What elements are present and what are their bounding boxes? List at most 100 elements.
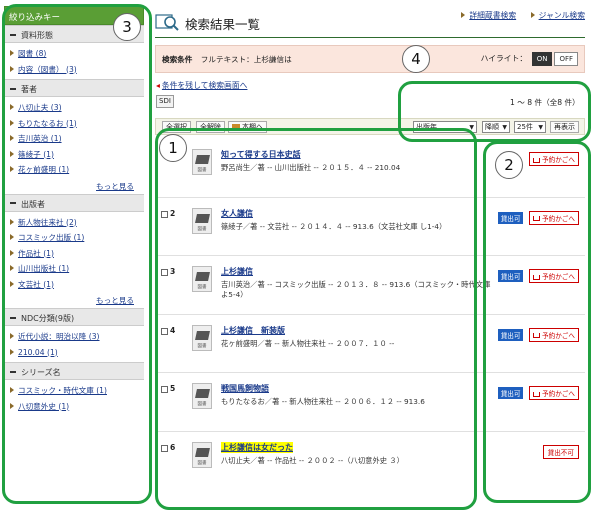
genre-search-link[interactable]: ジャンル検索 <box>539 11 585 20</box>
back-to-search-link[interactable]: ◂ 条件を残して検索画面へ <box>156 80 247 91</box>
reserve-button[interactable]: 予約かごへ <box>529 269 579 283</box>
available-badge: 貸出可 <box>497 211 524 224</box>
filter-item[interactable]: 花ヶ前盛明 (1) <box>10 162 144 178</box>
triangle-icon <box>10 150 14 157</box>
filter-item[interactable]: 210.04 (1) <box>10 345 144 361</box>
result-actions: 貸出可 予約かごへ <box>497 269 579 283</box>
filter-item[interactable]: 篠綾子 (1) <box>10 147 144 163</box>
filter-heading[interactable]: 出版者 <box>4 193 144 212</box>
reserve-button[interactable]: 予約かごへ <box>529 152 579 166</box>
advanced-search-link[interactable]: 詳細蔵書検索 <box>469 11 516 20</box>
annotation-badge-3: 3 <box>113 13 141 41</box>
book-icon: 図書 <box>192 383 212 409</box>
clear-all-button[interactable]: 全解除 <box>196 121 225 133</box>
collapse-icon[interactable] <box>10 316 16 319</box>
result-title-link[interactable]: 戦国馬飼物語 <box>221 383 269 394</box>
filter-item[interactable]: 八切意外史 (1) <box>10 399 144 415</box>
result-title-link[interactable]: 上杉謙信 <box>221 266 253 277</box>
collapse-icon[interactable] <box>10 33 16 36</box>
highlight-off-button[interactable]: OFF <box>554 52 578 66</box>
result-number: 5 <box>170 384 176 393</box>
result-checkbox[interactable] <box>161 210 168 218</box>
filter-heading[interactable]: 著者 <box>4 79 144 97</box>
triangle-icon <box>10 218 14 225</box>
collapse-icon[interactable] <box>10 87 16 90</box>
triangle-icon <box>10 265 14 271</box>
result-checkbox[interactable] <box>161 386 168 393</box>
book-icon: 図書 <box>192 441 212 468</box>
redisplay-button[interactable]: 再表示 <box>550 121 579 133</box>
filter-item[interactable]: 近代小説：明治以降 (3) <box>10 329 144 345</box>
page-title: 検索結果一覧 <box>185 17 261 32</box>
result-title-link[interactable]: 上杉謙信 新装版 <box>221 325 285 336</box>
per-page-select[interactable]: 25件 ▼ <box>514 121 546 133</box>
book-icon: 図書 <box>192 207 212 234</box>
select-all-button[interactable]: 全選択 <box>162 121 191 133</box>
book-icon: 図書 <box>192 266 212 292</box>
annotation-badge-2: 2 <box>495 151 523 179</box>
result-actions: 予約かごへ <box>526 152 579 166</box>
triangle-icon <box>10 387 14 393</box>
show-more-link[interactable]: もっと見る <box>96 182 134 191</box>
result-checkbox[interactable] <box>161 327 168 335</box>
cart-icon <box>533 333 541 338</box>
cart-icon <box>533 391 541 397</box>
highlight-label: ハイライト： <box>480 54 528 63</box>
show-more-link[interactable]: もっと見る <box>96 296 134 305</box>
filter-item[interactable]: 新人物往来社 (2) <box>10 215 144 231</box>
result-meta: 八切止夫／著 -- 作品社 -- ２００２ --（八切意外史 ３） <box>221 455 404 465</box>
collapse-icon[interactable] <box>10 370 16 373</box>
result-actions: 貸出可 予約かごへ <box>497 327 579 342</box>
filter-item[interactable]: コスミック出版 (1) <box>10 230 144 246</box>
order-select[interactable]: 降順 ▼ <box>482 121 510 133</box>
page-header: 検索結果一覧 詳細蔵書検索 ジャンル検索 <box>155 8 585 38</box>
result-meta: もりたなるお／著 -- 新人物往来社 -- ２００６．１２ -- 913.6 <box>221 397 425 406</box>
highlight-on-button[interactable]: ON <box>531 52 553 66</box>
result-toolbar: 全選択 全解除 本棚へ 出版年 ▼ 降順 ▼ 25件 ▼ 再表示 <box>155 118 585 135</box>
header-links: 詳細蔵書検索 ジャンル検索 <box>461 10 585 21</box>
cart-icon <box>533 274 541 280</box>
filter-heading[interactable]: シリーズ名 <box>4 362 144 380</box>
triangle-icon <box>10 402 14 409</box>
result-actions: 貸出可 予約かごへ <box>497 386 579 400</box>
sdi-button[interactable]: SDI <box>156 95 174 108</box>
result-checkbox[interactable] <box>161 444 168 452</box>
highlight-control: ハイライト： ON OFF <box>481 52 578 66</box>
annotation-badge-4: 4 <box>402 45 430 73</box>
filter-item[interactable]: 吉川英治 (1) <box>10 131 144 147</box>
reserve-button[interactable]: 予約かごへ <box>529 327 579 342</box>
sort-select[interactable]: 出版年 ▼ <box>413 121 477 133</box>
reserve-button[interactable]: 予約かごへ <box>529 210 579 225</box>
result-row: 5 図書 戦国馬飼物語 もりたなるお／著 -- 新人物往来社 -- ２００６．１… <box>155 373 585 432</box>
result-actions: 貸出可 予約かごへ <box>497 210 579 225</box>
condition-text: フルテキスト：上杉謙信は <box>200 55 292 64</box>
result-checkbox[interactable] <box>161 269 168 276</box>
sidebar-filter: 絞り込みキー 資料形態 図書 (8) 内容（図書） (3) 著者 八切止夫 (3… <box>4 6 144 416</box>
filter-item[interactable]: 文芸社 (1) <box>10 277 144 293</box>
filter-item[interactable]: 山川出版社 (1) <box>10 261 144 277</box>
result-title-link[interactable]: 上杉謙信は女だった <box>221 441 293 453</box>
bookshelf-icon <box>232 123 240 131</box>
filter-heading[interactable]: NDC分類(9版) <box>4 308 144 326</box>
filter-item[interactable]: 八切止夫 (3) <box>10 100 144 116</box>
chevron-down-icon: ▼ <box>469 124 474 131</box>
filter-item[interactable]: もりたなるお (1) <box>10 116 144 132</box>
bookshelf-button[interactable]: 本棚へ <box>228 121 267 133</box>
filter-item[interactable]: 内容（図書） (3) <box>10 62 144 78</box>
triangle-icon <box>10 65 14 72</box>
available-badge: 貸出可 <box>497 328 524 341</box>
triangle-icon <box>10 234 14 240</box>
filter-item[interactable]: 作品社 (1) <box>10 246 144 262</box>
triangle-icon <box>10 50 14 56</box>
filter-item[interactable]: 図書 (8) <box>10 46 144 62</box>
triangle-icon <box>10 249 14 256</box>
filter-item[interactable]: コスミック・時代文庫 (1) <box>10 383 144 399</box>
result-title-link[interactable]: 女人謙信 <box>221 208 253 219</box>
triangle-icon <box>530 12 535 18</box>
result-title-link[interactable]: 知って得する日本史話 <box>221 149 301 160</box>
result-meta: 篠綾子／著 -- 文芸社 -- ２０１４．４ -- 913.6（文芸社文庫 し1… <box>221 221 447 231</box>
collapse-icon[interactable] <box>10 202 16 204</box>
reserve-button[interactable]: 予約かごへ <box>529 386 579 400</box>
triangle-icon <box>10 104 14 110</box>
filter-section-publisher: 出版者 新人物往来社 (2) コスミック出版 (1) 作品社 (1) 山川出版社… <box>4 193 144 309</box>
